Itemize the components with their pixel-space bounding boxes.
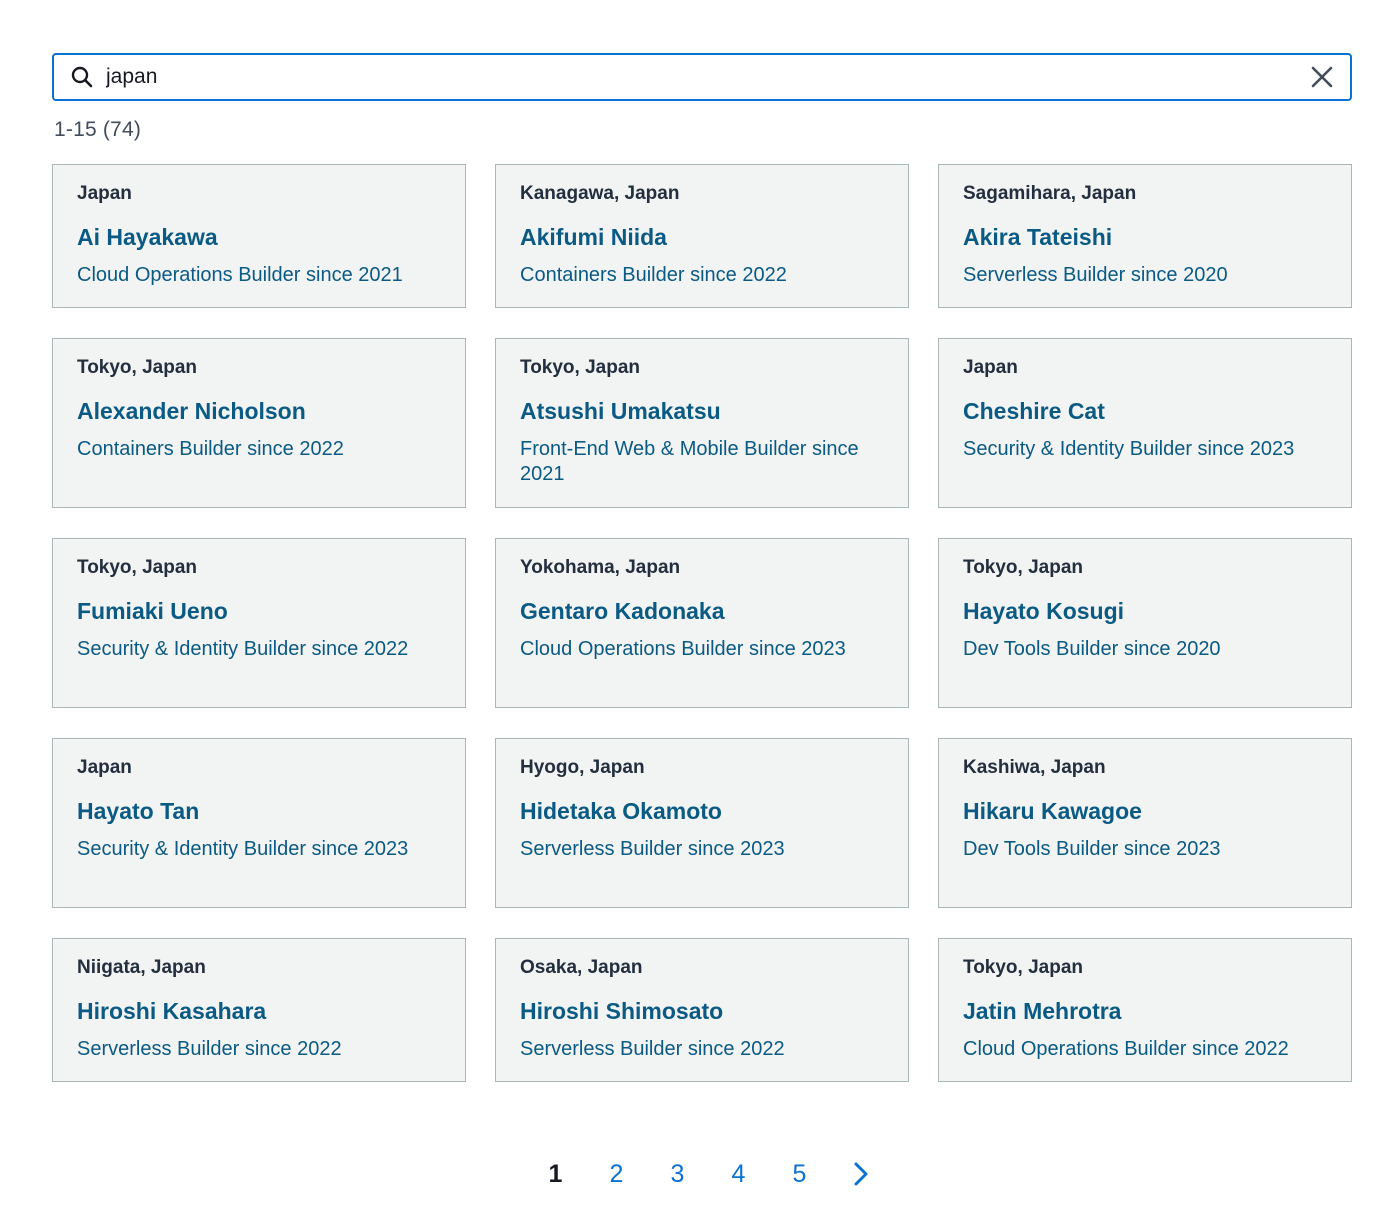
card-location: Tokyo, Japan bbox=[77, 557, 198, 578]
builder-card[interactable]: Japan Hayato Tan Security & Identity Build… bbox=[52, 738, 466, 908]
card-role: Serverless Builder since 2022 bbox=[77, 1038, 342, 1060]
builder-card[interactable]: Tokyo, Japan Alexander Nicholson Container… bbox=[52, 338, 466, 508]
card-location: Japan bbox=[77, 757, 132, 778]
card-name-link[interactable]: Hikaru Kawagoe bbox=[963, 797, 1328, 825]
card-role: Dev Tools Builder since 2020 bbox=[963, 638, 1221, 660]
row-gap bbox=[52, 908, 1352, 938]
card-location: Kanagawa, Japan bbox=[520, 183, 680, 204]
page-link-1[interactable]: 1 bbox=[525, 1160, 586, 1189]
card-role: Dev Tools Builder since 2023 bbox=[963, 838, 1221, 860]
search-icon bbox=[70, 65, 94, 89]
page-link-5[interactable]: 5 bbox=[769, 1160, 830, 1189]
card-location: Tokyo, Japan bbox=[963, 557, 1084, 578]
builder-card[interactable]: Japan Cheshire Cat Security & Identity Bui… bbox=[938, 338, 1352, 508]
card-role: Security & Identity Builder since 2023 bbox=[963, 438, 1295, 460]
card-role: Security & Identity Builder since 2023 bbox=[77, 838, 409, 860]
card-role: Cloud Operations Builder since 2021 bbox=[77, 264, 403, 286]
row-gap bbox=[52, 308, 1352, 338]
close-icon[interactable] bbox=[1308, 63, 1336, 91]
builder-card[interactable]: Tokyo, Japan Atsushi Umakatsu Front-End We… bbox=[495, 338, 909, 508]
page-link-2[interactable]: 2 bbox=[586, 1160, 647, 1189]
card-name-link[interactable]: Hiroshi Kasahara bbox=[77, 997, 442, 1025]
builder-card[interactable]: Tokyo, Japan Jatin Mehrotra Cloud Operatio… bbox=[938, 938, 1352, 1082]
card-name-link[interactable]: Alexander Nicholson bbox=[77, 397, 442, 425]
card-role: Serverless Builder since 2020 bbox=[963, 264, 1228, 286]
result-count: 1-15 (74) bbox=[54, 118, 142, 141]
card-location: Sagamihara, Japan bbox=[963, 183, 1137, 204]
builder-card[interactable]: Kanagawa, Japan Akifumi Niida Containers B… bbox=[495, 164, 909, 308]
page-link-4[interactable]: 4 bbox=[708, 1160, 769, 1189]
card-location: Osaka, Japan bbox=[520, 957, 643, 978]
card-role: Cloud Operations Builder since 2022 bbox=[963, 1038, 1289, 1060]
row-gap bbox=[52, 508, 1352, 538]
builder-card[interactable]: Kashiwa, Japan Hikaru Kawagoe Dev Tools Bu… bbox=[938, 738, 1352, 908]
card-location: Hyogo, Japan bbox=[520, 757, 645, 778]
card-role: Containers Builder since 2022 bbox=[520, 264, 787, 286]
card-location: Niigata, Japan bbox=[77, 957, 206, 978]
search-input[interactable] bbox=[106, 55, 1308, 99]
card-name-link[interactable]: Cheshire Cat bbox=[963, 397, 1328, 425]
card-location: Kashiwa, Japan bbox=[963, 757, 1106, 778]
builder-card[interactable]: Tokyo, Japan Fumiaki Ueno Security & Ident… bbox=[52, 538, 466, 708]
page: 1-15 (74) Japan Ai Hayakawa Cloud Operatio… bbox=[0, 0, 1400, 1215]
builder-card[interactable]: Japan Ai Hayakawa Cloud Operations Builder… bbox=[52, 164, 466, 308]
card-location: Tokyo, Japan bbox=[963, 957, 1084, 978]
card-location: Tokyo, Japan bbox=[520, 357, 641, 378]
card-role: Serverless Builder since 2022 bbox=[520, 1038, 785, 1060]
row-gap bbox=[52, 708, 1352, 738]
pagination: 12345 bbox=[0, 1155, 1400, 1193]
card-role: Containers Builder since 2022 bbox=[77, 438, 344, 460]
card-location: Japan bbox=[963, 357, 1018, 378]
card-role: Cloud Operations Builder since 2023 bbox=[520, 638, 846, 660]
card-location: Yokohama, Japan bbox=[520, 557, 681, 578]
card-name-link[interactable]: Hiroshi Shimosato bbox=[520, 997, 885, 1025]
builder-card[interactable]: Yokohama, Japan Gentaro Kadonaka Cloud Ope… bbox=[495, 538, 909, 708]
card-name-link[interactable]: Hayato Kosugi bbox=[963, 597, 1328, 625]
card-name-link[interactable]: Atsushi Umakatsu bbox=[520, 397, 885, 425]
builder-card[interactable]: Niigata, Japan Hiroshi Kasahara Serverless… bbox=[52, 938, 466, 1082]
card-name-link[interactable]: Jatin Mehrotra bbox=[963, 997, 1328, 1025]
card-role: Security & Identity Builder since 2022 bbox=[77, 638, 409, 660]
results-grid: Japan Ai Hayakawa Cloud Operations Builder… bbox=[52, 164, 1352, 1082]
card-name-link[interactable]: Gentaro Kadonaka bbox=[520, 597, 885, 625]
card-name-link[interactable]: Ai Hayakawa bbox=[77, 223, 442, 251]
card-location: Tokyo, Japan bbox=[77, 357, 198, 378]
card-name-link[interactable]: Akifumi Niida bbox=[520, 223, 885, 251]
builder-card[interactable]: Sagamihara, Japan Akira Tateishi Serverles… bbox=[938, 164, 1352, 308]
card-name-link[interactable]: Fumiaki Ueno bbox=[77, 597, 442, 625]
card-location: Japan bbox=[77, 183, 132, 204]
builder-card[interactable]: Tokyo, Japan Hayato Kosugi Dev Tools Build… bbox=[938, 538, 1352, 708]
builder-card[interactable]: Osaka, Japan Hiroshi Shimosato Serverless … bbox=[495, 938, 909, 1082]
card-name-link[interactable]: Akira Tateishi bbox=[963, 223, 1328, 251]
card-role: Front-End Web & Mobile Builder since 202… bbox=[520, 438, 859, 485]
search-bar[interactable] bbox=[52, 53, 1352, 101]
card-name-link[interactable]: Hayato Tan bbox=[77, 797, 442, 825]
page-link-3[interactable]: 3 bbox=[647, 1160, 708, 1189]
chevron-right-icon[interactable] bbox=[830, 1161, 891, 1187]
card-name-link[interactable]: Hidetaka Okamoto bbox=[520, 797, 885, 825]
card-role: Serverless Builder since 2023 bbox=[520, 838, 785, 860]
builder-card[interactable]: Hyogo, Japan Hidetaka Okamoto Serverless B… bbox=[495, 738, 909, 908]
